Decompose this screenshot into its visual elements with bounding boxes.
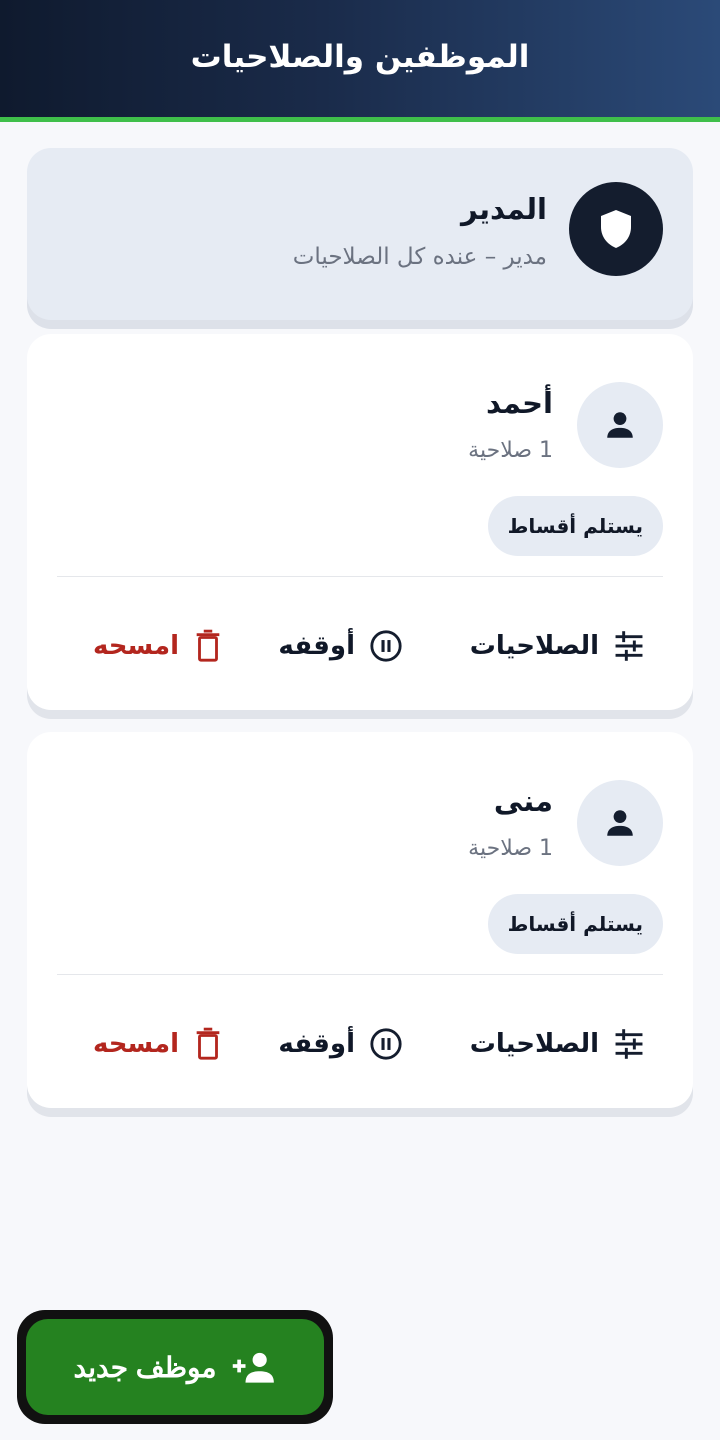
permission-count: 1 صلاحية (468, 836, 553, 861)
permissions-button[interactable]: الصلاحيات (470, 624, 645, 668)
shield-icon (601, 210, 631, 248)
admin-subtitle: مدير – عنده كل الصلاحيات (292, 244, 547, 270)
sliders-icon (615, 631, 643, 661)
delete-label: امسحه (93, 1029, 179, 1059)
admin-name: المدير (461, 192, 547, 226)
admin-card[interactable]: المدير مدير – عنده كل الصلاحيات (27, 148, 693, 320)
pause-label: أوقفه (278, 631, 355, 661)
pause-button[interactable]: أوقفه (278, 1022, 403, 1066)
pause-button[interactable]: أوقفه (278, 624, 403, 668)
permission-chip: يستلم أقساط (487, 496, 663, 556)
divider (57, 576, 663, 577)
admin-avatar (569, 182, 663, 276)
employee-card: منى 1 صلاحية يستلم أقساط الصلاحيات أوقفه (27, 732, 693, 1108)
permission-chip: يستلم أقساط (487, 894, 663, 954)
page-title: الموظفين والصلاحيات (190, 38, 530, 75)
employee-card: أحمد 1 صلاحية يستلم أقساط الصلاحيات أوقف… (27, 334, 693, 710)
divider (57, 974, 663, 975)
pause-circle-icon (370, 630, 402, 662)
sliders-icon (615, 1029, 643, 1059)
trash-icon (196, 1027, 220, 1060)
delete-button[interactable]: امسحه (93, 1022, 223, 1066)
add-employee-button[interactable]: موظف جديد (17, 1310, 333, 1424)
avatar (577, 780, 663, 866)
app-header: الموظفين والصلاحيات (0, 0, 720, 122)
permissions-button[interactable]: الصلاحيات (470, 1022, 645, 1066)
delete-label: امسحه (93, 631, 179, 661)
permissions-label: الصلاحيات (469, 631, 599, 661)
employee-name: أحمد (485, 386, 553, 420)
delete-button[interactable]: امسحه (93, 624, 223, 668)
person-icon (607, 412, 633, 438)
permissions-label: الصلاحيات (469, 1029, 599, 1059)
person-icon (607, 810, 633, 836)
employee-name: منى (493, 784, 553, 818)
permission-count: 1 صلاحية (468, 438, 553, 463)
add-employee-label: موظف جديد (73, 1351, 217, 1383)
add-person-icon (232, 1352, 274, 1383)
add-employee-button-body: موظف جديد (26, 1319, 324, 1415)
avatar (577, 382, 663, 468)
trash-icon (196, 629, 220, 662)
pause-label: أوقفه (278, 1029, 355, 1059)
pause-circle-icon (370, 1028, 402, 1060)
